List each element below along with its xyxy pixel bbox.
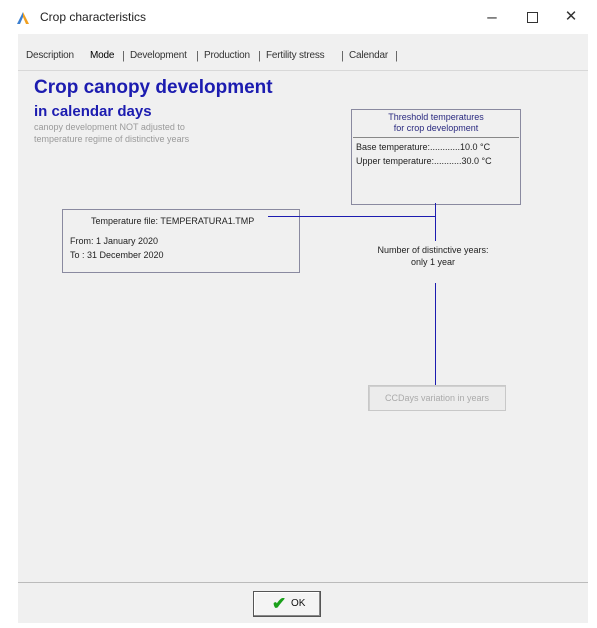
tab-development[interactable]: Development — [130, 50, 187, 61]
threshold-title: Threshold temperatures for crop developm… — [352, 112, 520, 134]
distinctive-years-label: Number of distinctive years: only 1 year — [358, 244, 508, 268]
tab-bar: Description Mode | Development | Product… — [18, 50, 588, 70]
page-title: Crop canopy development — [34, 77, 273, 98]
tab-description[interactable]: Description — [26, 50, 74, 61]
tab-fertility-stress[interactable]: Fertility stress — [266, 50, 325, 61]
minimize-button[interactable]: – — [478, 5, 506, 29]
adjustment-note: canopy development NOT adjusted to tempe… — [34, 122, 190, 144]
dialog-footer: ✔ OK — [18, 582, 588, 623]
close-button[interactable]: ✕ — [557, 5, 585, 29]
threshold-temperatures-box[interactable]: Threshold temperatures for crop developm… — [351, 109, 521, 205]
maximize-button[interactable] — [518, 5, 546, 29]
threshold-title-line2: for crop development — [393, 123, 479, 133]
tab-separator: | — [341, 50, 344, 62]
window-title: Crop characteristics — [40, 10, 147, 24]
tab-separator: | — [122, 50, 125, 62]
base-temperature: Base temperature:............10.0 °C — [356, 142, 491, 152]
distinctive-years-line1: Number of distinctive years: — [377, 245, 489, 255]
temperature-file-box[interactable]: Temperature file: TEMPERATURA1.TMP From:… — [62, 209, 300, 273]
threshold-title-line1: Threshold temperatures — [388, 112, 484, 122]
upper-temperature: Upper temperature:...........30.0 °C — [356, 156, 492, 166]
app-icon — [17, 12, 29, 24]
tab-production[interactable]: Production — [204, 50, 250, 61]
ok-label: OK — [291, 598, 306, 609]
dialog-body: Description Mode | Development | Product… — [18, 34, 588, 623]
page-subtitle: in calendar days — [34, 103, 152, 120]
ok-button[interactable]: ✔ OK — [253, 591, 321, 617]
connector-line-lower — [435, 283, 436, 385]
tab-calendar[interactable]: Calendar — [349, 50, 388, 61]
connector-line-upper — [435, 203, 436, 241]
tab-separator: | — [196, 50, 199, 62]
tab-separator: | — [395, 50, 398, 62]
ccdays-variation-button[interactable]: CCDays variation in years — [368, 385, 506, 411]
title-bar: Crop characteristics – ✕ — [0, 0, 597, 34]
connector-line-horizontal — [268, 216, 435, 217]
temperature-file-title: Temperature file: TEMPERATURA1.TMP — [91, 216, 255, 226]
tab-separator: | — [258, 50, 261, 62]
temperature-file-from: From: 1 January 2020 — [70, 236, 159, 246]
temperature-file-to: To : 31 December 2020 — [70, 250, 164, 260]
maximize-icon — [526, 12, 538, 23]
tab-mode[interactable]: Mode — [90, 50, 114, 61]
distinctive-years-line2: only 1 year — [410, 257, 456, 267]
checkmark-icon: ✔ — [272, 594, 287, 613]
mode-panel: Crop canopy development in calendar days… — [18, 70, 588, 565]
threshold-divider — [353, 137, 519, 138]
